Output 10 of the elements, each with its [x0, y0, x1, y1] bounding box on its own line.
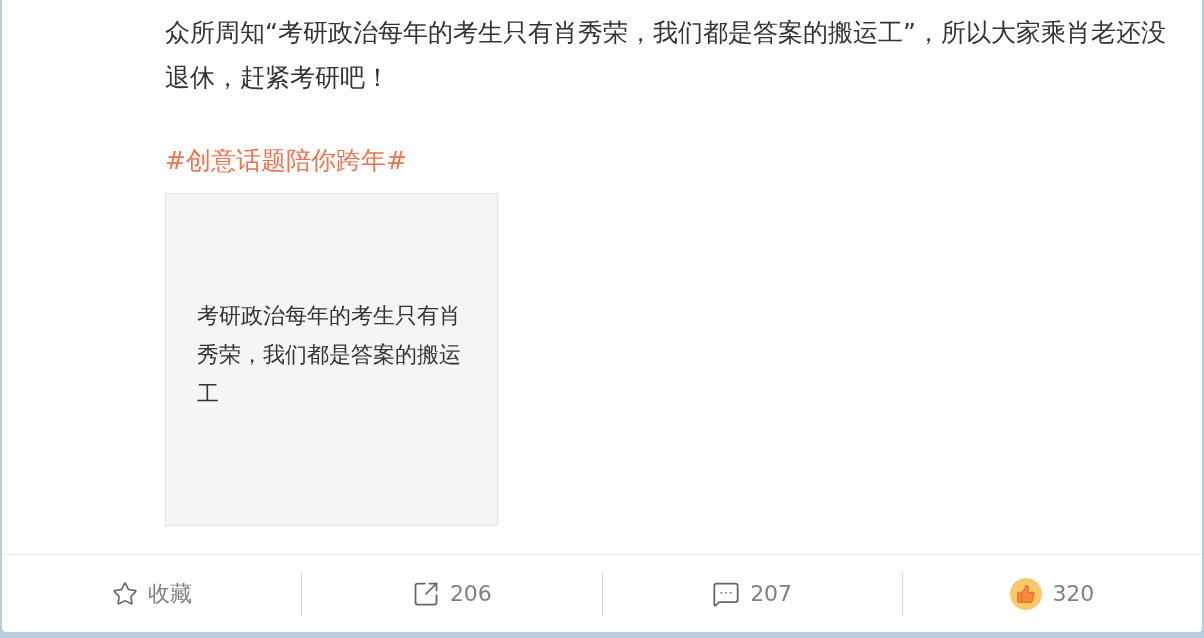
repost-button[interactable]: 206 — [411, 577, 492, 610]
post-text: 众所周知“考研政治每年的考生只有肖秀荣，我们都是答案的搬运工”，所以大家乘肖老还没退休，赶紧考研吧！ — [165, 17, 1167, 94]
star-icon — [111, 580, 138, 607]
comment-button[interactable]: 207 — [712, 577, 793, 610]
favorite-button[interactable]: 收藏 — [111, 577, 192, 610]
image-card[interactable]: 考研政治每年的考生只有肖秀荣，我们都是答案的搬运工 — [165, 193, 498, 526]
thumbs-up-icon — [1010, 577, 1043, 610]
image-card-text: 考研政治每年的考生只有肖秀荣，我们都是答案的搬运工 — [197, 302, 462, 408]
hashtag-link[interactable]: #创意话题陪你跨年# — [165, 143, 407, 179]
like-button[interactable]: 320 — [1010, 577, 1095, 610]
